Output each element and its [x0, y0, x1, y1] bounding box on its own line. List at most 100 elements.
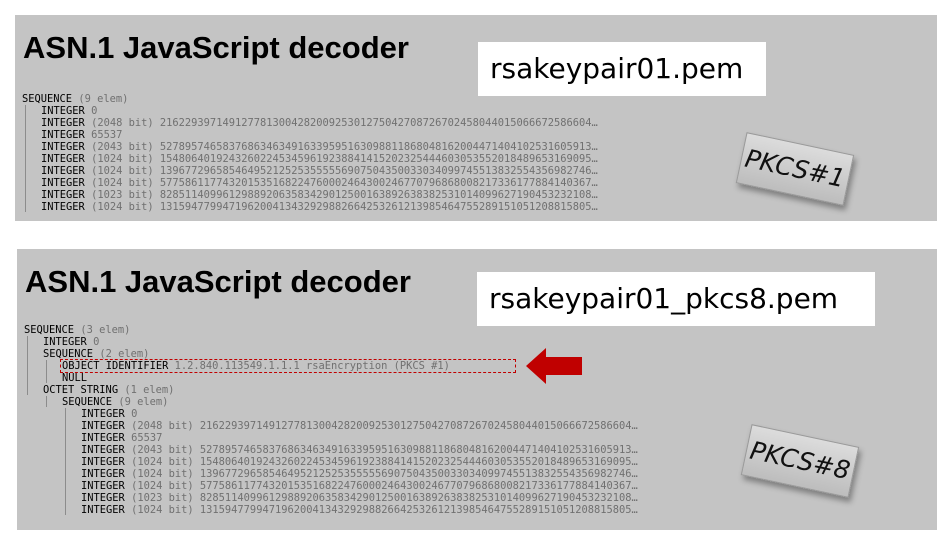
node-info: (2043 bit) [131, 444, 194, 456]
node-value: 5278957465837686346349163395951630988118… [199, 444, 638, 456]
tree-node[interactable]: INTEGER (1023 bit) 828511409961298892063… [24, 492, 638, 504]
tree-node[interactable]: INTEGER (2048 bit) 216229397149127781300… [24, 420, 638, 432]
node-type: INTEGER [81, 504, 125, 516]
tree-node[interactable]: SEQUENCE (3 elem) [24, 324, 638, 336]
tree-node[interactable]: INTEGER (1024 bit) 154806401924326022453… [24, 456, 638, 468]
node-type: INTEGER [41, 105, 85, 117]
node-info: (1024 bit) [91, 153, 154, 165]
tree-node[interactable]: INTEGER (2043 bit) 527895746583768634634… [22, 141, 598, 153]
node-value: 1548064019243260224534596192388414152023… [159, 153, 598, 165]
node-value: 1396772965854649521252535555569075043500… [199, 468, 638, 480]
node-info: (1024 bit) [131, 468, 194, 480]
node-value: 5775861177432015351682247600024643002467… [199, 480, 638, 492]
node-type: INTEGER [81, 468, 125, 480]
node-info: (1024 bit) [131, 456, 194, 468]
node-type: NULL [62, 372, 88, 384]
node-type: SEQUENCE [22, 93, 73, 105]
tree-guide-line [46, 360, 47, 383]
page-title: ASN.1 JavaScript decoder [25, 264, 411, 299]
node-info: (1024 bit) [91, 201, 154, 213]
tree-node[interactable]: INTEGER (2048 bit) 216229397149127781300… [22, 117, 598, 129]
node-value: 0 [93, 336, 100, 348]
tree-node[interactable]: INTEGER (1024 bit) 139677296585464952125… [24, 468, 638, 480]
tree-node[interactable]: INTEGER (1024 bit) 154806401924326022453… [22, 153, 598, 165]
node-info: (9 elem) [118, 396, 169, 408]
node-type: INTEGER [81, 456, 125, 468]
decoder-panel-pkcs8: ASN.1 JavaScript decoder rsakeypair01_pk… [17, 249, 937, 530]
tree-node[interactable]: INTEGER 0 [22, 105, 598, 117]
tree-node[interactable]: INTEGER (1024 bit) 577586117743201535168… [22, 177, 598, 189]
highlight-box [60, 359, 516, 373]
tree-node[interactable]: INTEGER 0 [24, 408, 638, 420]
node-info: (2048 bit) [91, 117, 154, 129]
red-left-arrow-icon [526, 348, 582, 384]
node-type: INTEGER [81, 492, 125, 504]
node-type: INTEGER [41, 117, 85, 129]
node-info: (2048 bit) [131, 420, 194, 432]
tree-guide-line [65, 408, 66, 515]
tree-node[interactable]: SEQUENCE (9 elem) [22, 93, 598, 105]
node-type: INTEGER [81, 444, 125, 456]
tree-node[interactable]: OCTET STRING (1 elem) [24, 384, 638, 396]
tree-node[interactable]: SEQUENCE (9 elem) [24, 396, 638, 408]
filename-label: rsakeypair01_pkcs8.pem [477, 272, 875, 326]
node-value: 8285114099612988920635834290125001638926… [159, 189, 598, 201]
node-type: INTEGER [41, 165, 85, 177]
node-value: 1315947799471962004134329298826642532612… [159, 201, 598, 213]
filename-label: rsakeypair01.pem [478, 42, 766, 96]
node-info: (1023 bit) [131, 492, 194, 504]
tree-node[interactable]: INTEGER 65537 [22, 129, 598, 141]
node-type: INTEGER [41, 141, 85, 153]
pkcs8-badge: PKCS#8 [740, 424, 860, 498]
node-value: 0 [91, 105, 98, 117]
tree-node[interactable]: INTEGER (1024 bit) 131594779947196200413… [22, 201, 598, 213]
node-info: (9 elem) [78, 93, 129, 105]
node-type: OCTET STRING [43, 384, 119, 396]
node-type: INTEGER [81, 432, 125, 444]
node-info: (1024 bit) [91, 165, 154, 177]
tree-node[interactable]: INTEGER (2043 bit) 527895746583768634634… [24, 444, 638, 456]
node-type: INTEGER [81, 420, 125, 432]
node-info: (1024 bit) [131, 480, 194, 492]
tree-guide-line [46, 396, 47, 407]
node-info: (1024 bit) [131, 504, 194, 516]
page-title: ASN.1 JavaScript decoder [23, 30, 409, 65]
node-info: (1023 bit) [91, 189, 154, 201]
tree-node[interactable]: INTEGER (1023 bit) 828511409961298892063… [22, 189, 598, 201]
node-type: INTEGER [81, 480, 125, 492]
node-type: INTEGER [41, 189, 85, 201]
node-value: 1315947799471962004134329298826642532612… [199, 504, 638, 516]
node-value: 5775861177432015351682247600024643002467… [159, 177, 598, 189]
node-info: (3 elem) [80, 324, 131, 336]
tree-guide-line [27, 336, 28, 395]
tree-node[interactable]: INTEGER (1024 bit) 139677296585464952125… [22, 165, 598, 177]
node-value: 65537 [91, 129, 123, 141]
node-value: 8285114099612988920635834290125001638926… [199, 492, 638, 504]
tree-guide-line [25, 105, 26, 212]
node-value: 1396772965854649521252535555569075043500… [159, 165, 598, 177]
node-type: INTEGER [43, 336, 87, 348]
asn1-tree: SEQUENCE (9 elem) INTEGER 0 INTEGER (2048 … [22, 93, 598, 213]
node-info: (1 elem) [124, 384, 175, 396]
tree-node[interactable]: INTEGER 65537 [24, 432, 638, 444]
node-value: 2162293971491277813004282009253012750427… [159, 117, 598, 129]
node-type: INTEGER [41, 129, 85, 141]
node-value: 65537 [131, 432, 163, 444]
node-value: 0 [131, 408, 138, 420]
tree-node[interactable]: INTEGER (1024 bit) 577586117743201535168… [24, 480, 638, 492]
node-value: 5278957465837686346349163395951630988118… [159, 141, 598, 153]
node-type: INTEGER [41, 201, 85, 213]
node-type: SEQUENCE [24, 324, 75, 336]
tree-node[interactable]: INTEGER (1024 bit) 131594779947196200413… [24, 504, 638, 516]
decoder-panel-pkcs1: ASN.1 JavaScript decoder rsakeypair01.pe… [15, 15, 937, 221]
node-type: INTEGER [81, 408, 125, 420]
node-info: (1024 bit) [91, 177, 154, 189]
node-type: SEQUENCE [62, 396, 113, 408]
node-info: (2043 bit) [91, 141, 154, 153]
tree-node[interactable]: INTEGER 0 [24, 336, 638, 348]
pkcs1-badge: PKCS#1 [735, 132, 855, 206]
node-type: INTEGER [41, 153, 85, 165]
node-value: 2162293971491277813004282009253012750427… [199, 420, 638, 432]
node-type: INTEGER [41, 177, 85, 189]
node-value: 1548064019243260224534596192388414152023… [199, 456, 638, 468]
